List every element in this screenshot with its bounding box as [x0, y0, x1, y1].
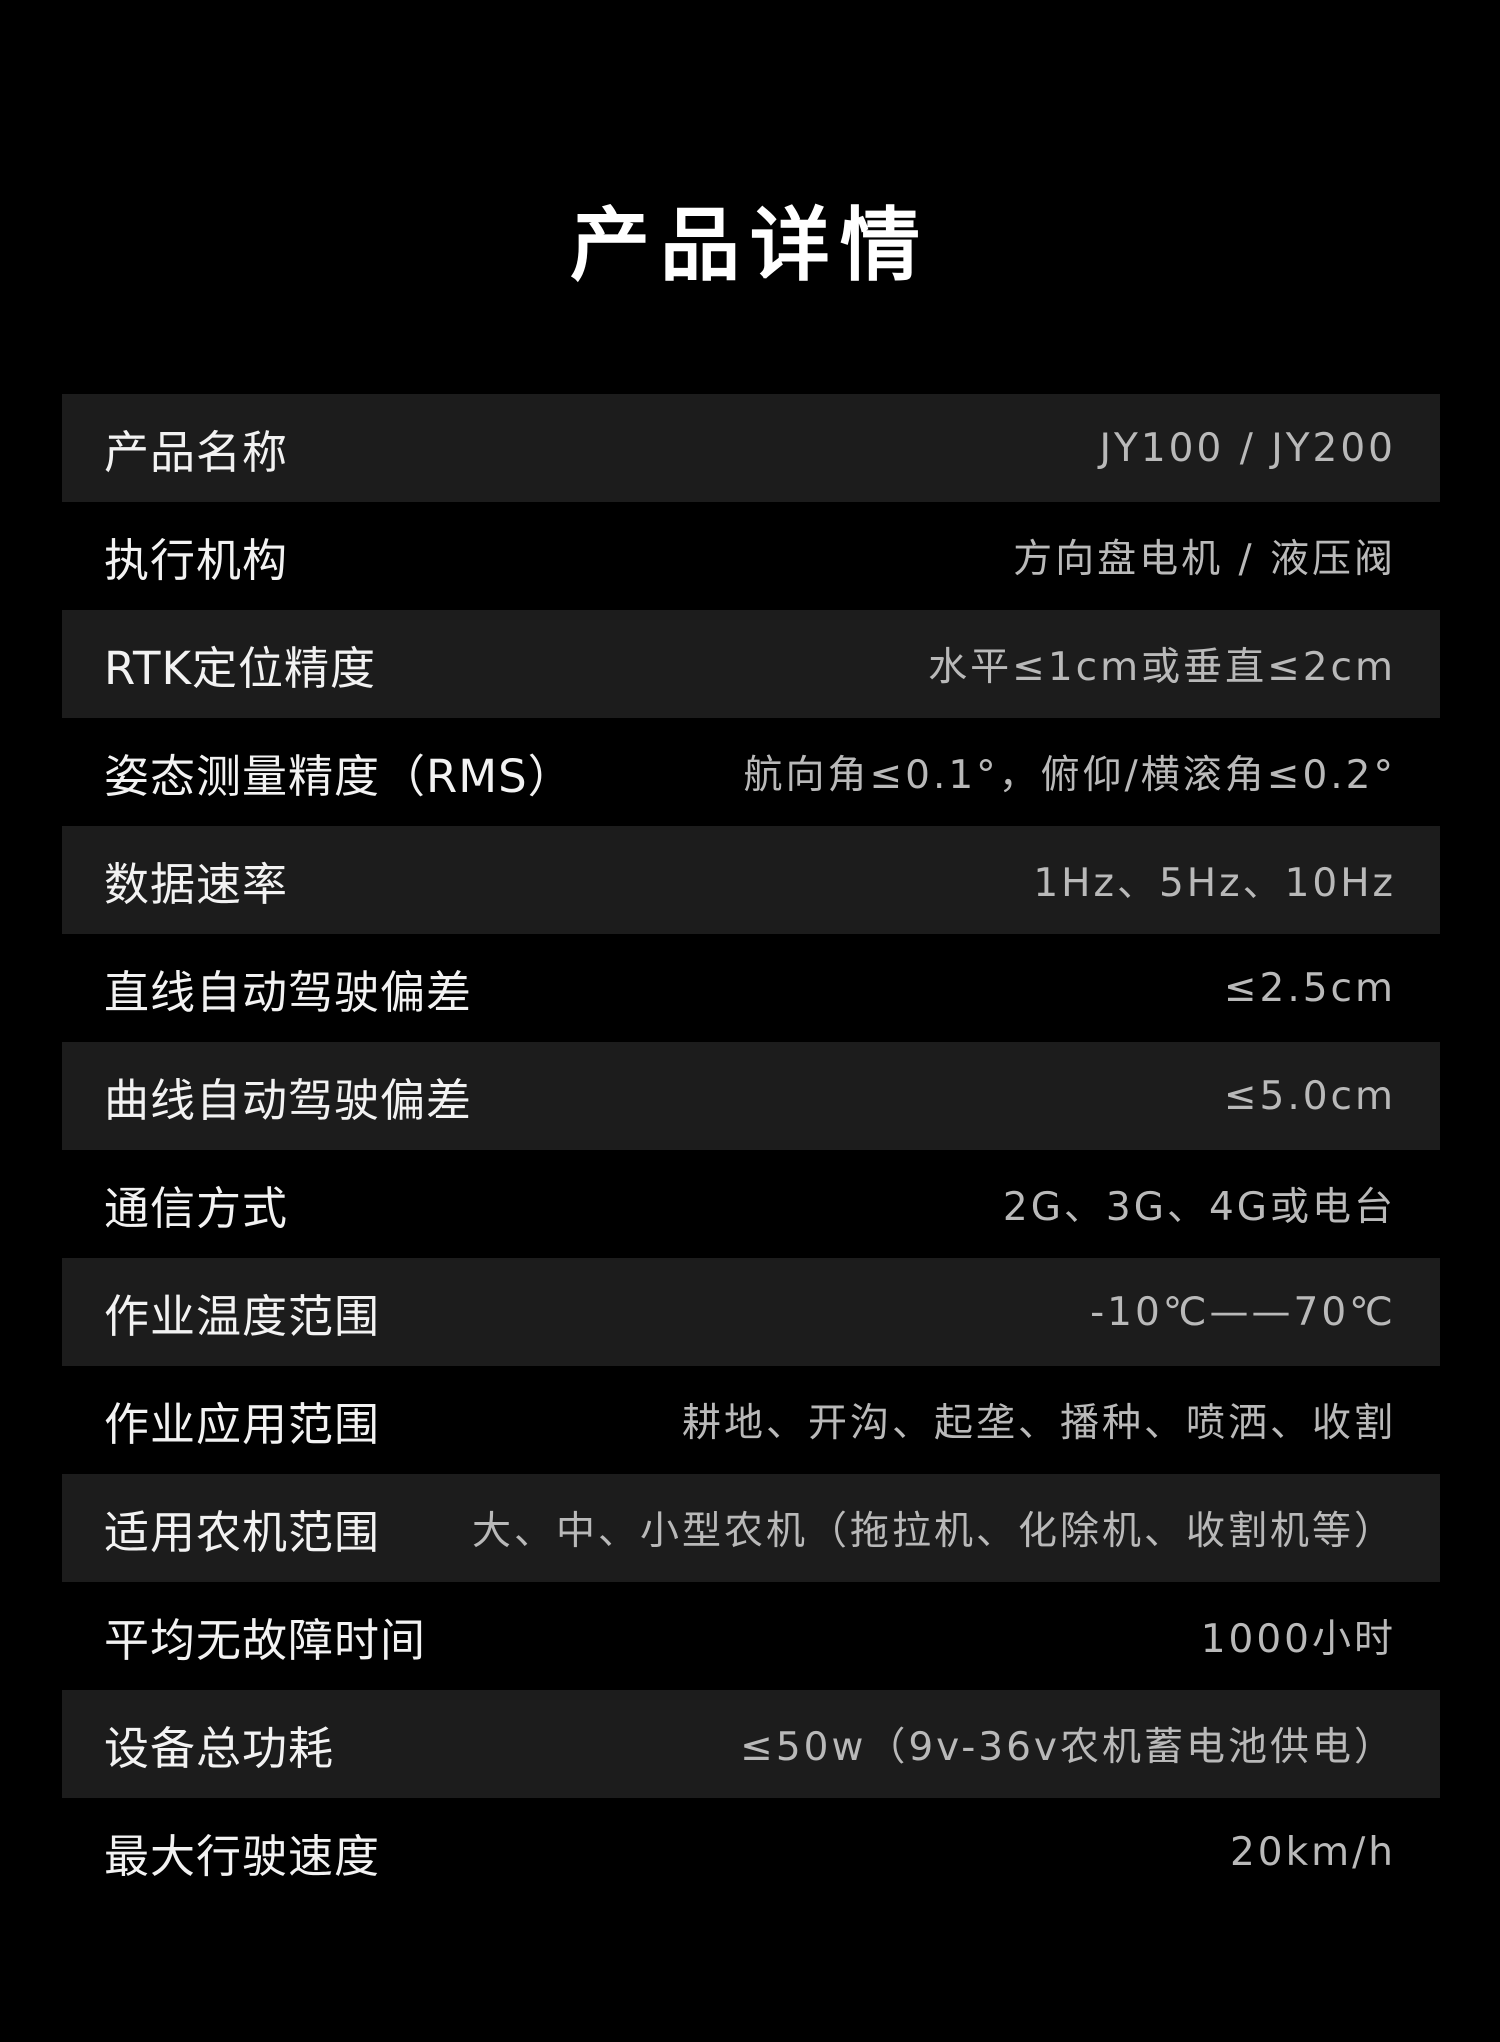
spec-label: 适用农机范围: [104, 1505, 381, 1559]
spec-label: 通信方式: [104, 1181, 289, 1235]
spec-label: 产品名称: [104, 425, 289, 479]
spec-value: 方向盘电机 / 液压阀: [1013, 537, 1396, 582]
spec-value: ≤50w（9v-36v农机蓄电池供电）: [740, 1725, 1396, 1770]
spec-label: 设备总功耗: [104, 1721, 335, 1775]
spec-row-rtk-accuracy: RTK定位精度 水平≤1cm或垂直≤2cm: [62, 610, 1440, 718]
spec-row-product-name: 产品名称 JY100 / JY200: [62, 394, 1440, 502]
product-detail-page: 产品详情 产品名称 JY100 / JY200 执行机构 方向盘电机 / 液压阀…: [0, 0, 1500, 2042]
spec-value: 20km/h: [1229, 1829, 1396, 1875]
spec-label: 执行机构: [104, 533, 289, 587]
spec-value: 1000小时: [1200, 1617, 1396, 1662]
spec-label: 数据速率: [104, 857, 289, 911]
spec-value: 2G、3G、4G或电台: [1002, 1185, 1396, 1230]
spec-row-temperature-range: 作业温度范围 -10℃——70℃: [62, 1258, 1440, 1366]
spec-value: 1Hz、5Hz、10Hz: [1033, 861, 1396, 906]
spec-row-machinery-scope: 适用农机范围 大、中、小型农机（拖拉机、化除机、收割机等）: [62, 1474, 1440, 1582]
spec-row-data-rate: 数据速率 1Hz、5Hz、10Hz: [62, 826, 1440, 934]
spec-row-actuator: 执行机构 方向盘电机 / 液压阀: [62, 502, 1440, 610]
spec-row-power-consumption: 设备总功耗 ≤50w（9v-36v农机蓄电池供电）: [62, 1690, 1440, 1798]
spec-label: 曲线自动驾驶偏差: [104, 1073, 473, 1127]
spec-value: 航向角≤0.1°，俯仰/横滚角≤0.2°: [743, 753, 1396, 798]
spec-label: 作业应用范围: [104, 1397, 381, 1451]
spec-label: 最大行驶速度: [104, 1829, 381, 1883]
spec-label: 作业温度范围: [104, 1289, 381, 1343]
spec-table: 产品名称 JY100 / JY200 执行机构 方向盘电机 / 液压阀 RTK定…: [62, 394, 1440, 1906]
spec-value: 大、中、小型农机（拖拉机、化除机、收割机等）: [471, 1509, 1396, 1554]
spec-row-curve-deviation: 曲线自动驾驶偏差 ≤5.0cm: [62, 1042, 1440, 1150]
spec-row-application-scope: 作业应用范围 耕地、开沟、起垄、播种、喷洒、收割: [62, 1366, 1440, 1474]
spec-value: 水平≤1cm或垂直≤2cm: [928, 645, 1396, 690]
spec-row-max-speed: 最大行驶速度 20km/h: [62, 1798, 1440, 1906]
spec-value: -10℃——70℃: [1090, 1289, 1396, 1335]
spec-label: RTK定位精度: [104, 641, 376, 695]
page-title: 产品详情: [570, 199, 930, 292]
spec-row-mtbf: 平均无故障时间 1000小时: [62, 1582, 1440, 1690]
spec-row-communication: 通信方式 2G、3G、4G或电台: [62, 1150, 1440, 1258]
spec-label: 姿态测量精度（RMS）: [104, 749, 574, 803]
spec-value: ≤2.5cm: [1223, 965, 1396, 1011]
spec-value: JY100 / JY200: [1099, 425, 1396, 471]
spec-label: 直线自动驾驶偏差: [104, 965, 473, 1019]
spec-row-straight-deviation: 直线自动驾驶偏差 ≤2.5cm: [62, 934, 1440, 1042]
spec-value: 耕地、开沟、起垄、播种、喷洒、收割: [681, 1401, 1396, 1446]
spec-row-attitude-accuracy: 姿态测量精度（RMS） 航向角≤0.1°，俯仰/横滚角≤0.2°: [62, 718, 1440, 826]
spec-value: ≤5.0cm: [1223, 1073, 1396, 1119]
spec-label: 平均无故障时间: [104, 1613, 427, 1667]
